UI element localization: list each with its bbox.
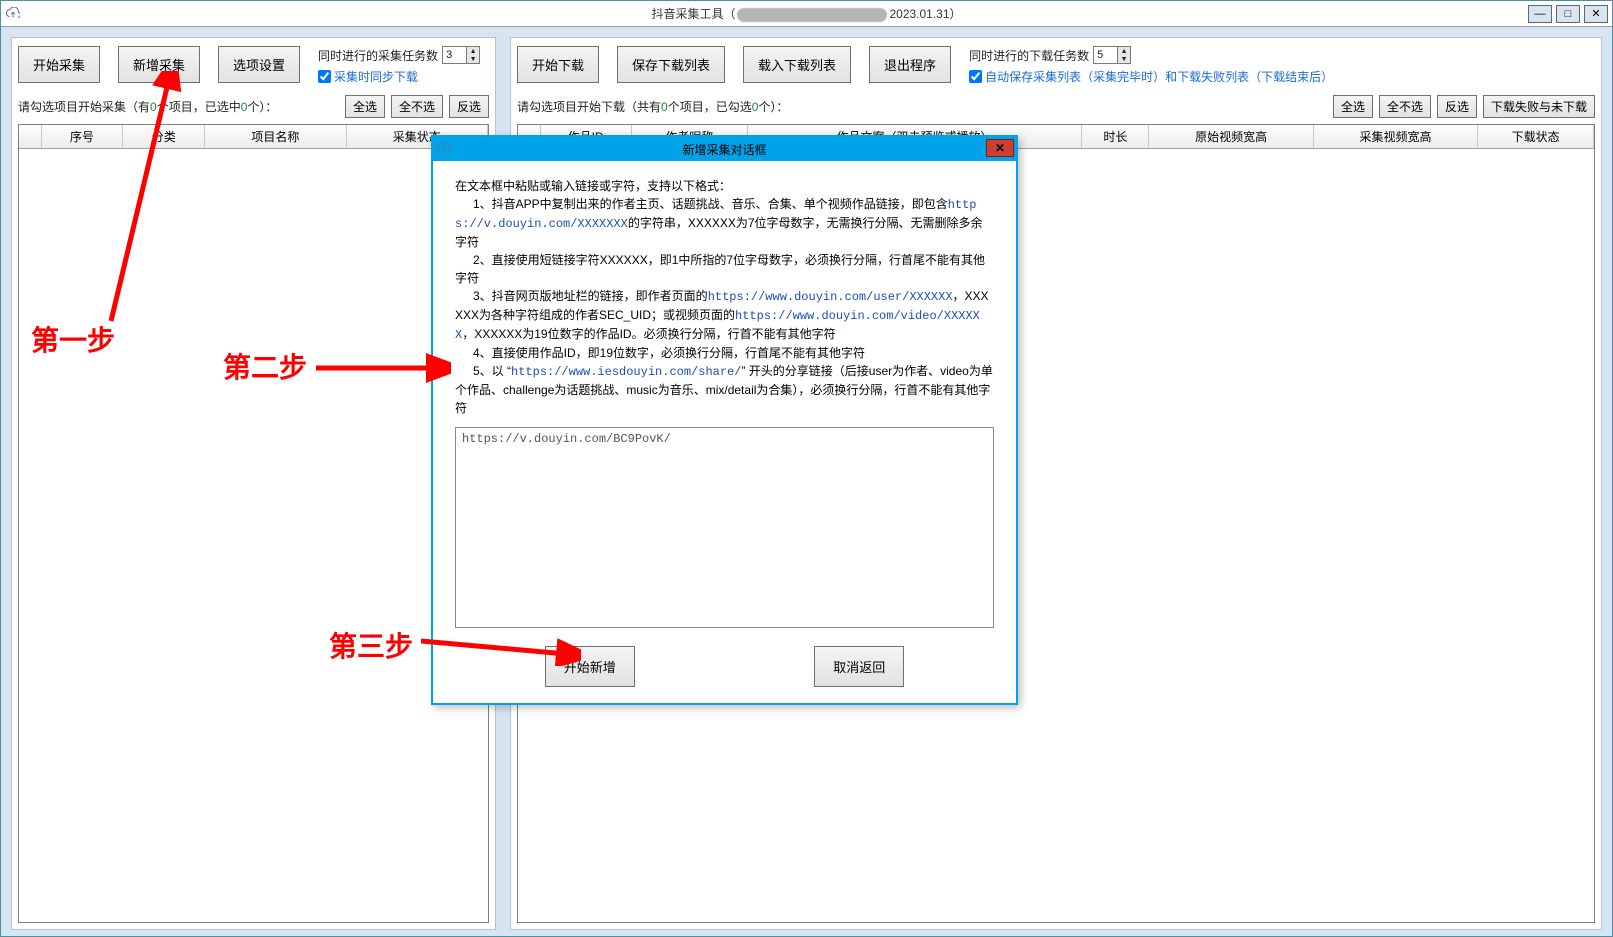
dialog-titlebar: 新增采集对话框 ✕ bbox=[433, 137, 1016, 161]
download-status-text: 请勾选项目开始下载（共有0个项目，已勾选0个）： bbox=[517, 98, 1327, 115]
load-list-button[interactable]: 载入下载列表 bbox=[743, 46, 851, 83]
add-collect-dialog: 新增采集对话框 ✕ 在文本框中粘贴或输入链接或字符，支持以下格式： 1、抖音AP… bbox=[431, 135, 1018, 705]
dialog-icon bbox=[437, 142, 451, 156]
save-list-button[interactable]: 保存下载列表 bbox=[617, 46, 725, 83]
dl-select-none-button[interactable]: 全不选 bbox=[1379, 95, 1431, 118]
collect-select-none-button[interactable]: 全不选 bbox=[391, 95, 443, 118]
main-window: 抖音采集工具（2023.01.31） — □ ✕ 开始采集 新增采集 选项设置 … bbox=[0, 0, 1613, 937]
window-title: 抖音采集工具（2023.01.31） bbox=[1, 5, 1612, 22]
close-button[interactable]: ✕ bbox=[1584, 5, 1608, 23]
titlebar: 抖音采集工具（2023.01.31） — □ ✕ bbox=[1, 1, 1612, 27]
dialog-start-add-button[interactable]: 开始新增 bbox=[545, 646, 635, 687]
dialog-cancel-button[interactable]: 取消返回 bbox=[814, 646, 904, 687]
autosave-checkbox[interactable]: 自动保存采集列表（采集完毕时）和下载失败列表（下载结束后） bbox=[969, 68, 1333, 85]
collect-spinner-label: 同时进行的采集任务数 bbox=[318, 47, 438, 64]
dl-failed-button[interactable]: 下载失败与未下载 bbox=[1483, 95, 1595, 118]
minimize-button[interactable]: — bbox=[1528, 5, 1552, 23]
dialog-instructions: 在文本框中粘贴或输入链接或字符，支持以下格式： 1、抖音APP中复制出来的作者主… bbox=[455, 177, 994, 417]
dl-invert-button[interactable]: 反选 bbox=[1437, 95, 1477, 118]
collect-invert-button[interactable]: 反选 bbox=[449, 95, 489, 118]
collect-select-all-button[interactable]: 全选 bbox=[345, 95, 385, 118]
collect-status-text: 请勾选项目开始采集（有0个项目，已选中0个）： bbox=[18, 98, 339, 115]
add-collect-button[interactable]: 新增采集 bbox=[118, 46, 200, 83]
options-button[interactable]: 选项设置 bbox=[218, 46, 300, 83]
download-spinner-label: 同时进行的下载任务数 bbox=[969, 47, 1089, 64]
exit-button[interactable]: 退出程序 bbox=[869, 46, 951, 83]
url-input-textarea[interactable] bbox=[455, 427, 994, 628]
collect-task-spinner[interactable]: 3 ▲▼ bbox=[442, 46, 480, 64]
download-task-spinner[interactable]: 5 ▲▼ bbox=[1093, 46, 1131, 64]
start-download-button[interactable]: 开始下载 bbox=[517, 46, 599, 83]
sync-download-checkbox[interactable]: 采集时同步下载 bbox=[318, 68, 480, 85]
start-collect-button[interactable]: 开始采集 bbox=[18, 46, 100, 83]
dl-select-all-button[interactable]: 全选 bbox=[1333, 95, 1373, 118]
app-icon bbox=[5, 6, 21, 22]
collect-table[interactable]: 序号分类项目名称采集状态 bbox=[18, 124, 489, 923]
dialog-close-button[interactable]: ✕ bbox=[986, 139, 1014, 157]
collect-pane: 开始采集 新增采集 选项设置 同时进行的采集任务数 3 ▲▼ 采集时同步下载 bbox=[11, 37, 496, 930]
maximize-button[interactable]: □ bbox=[1556, 5, 1580, 23]
